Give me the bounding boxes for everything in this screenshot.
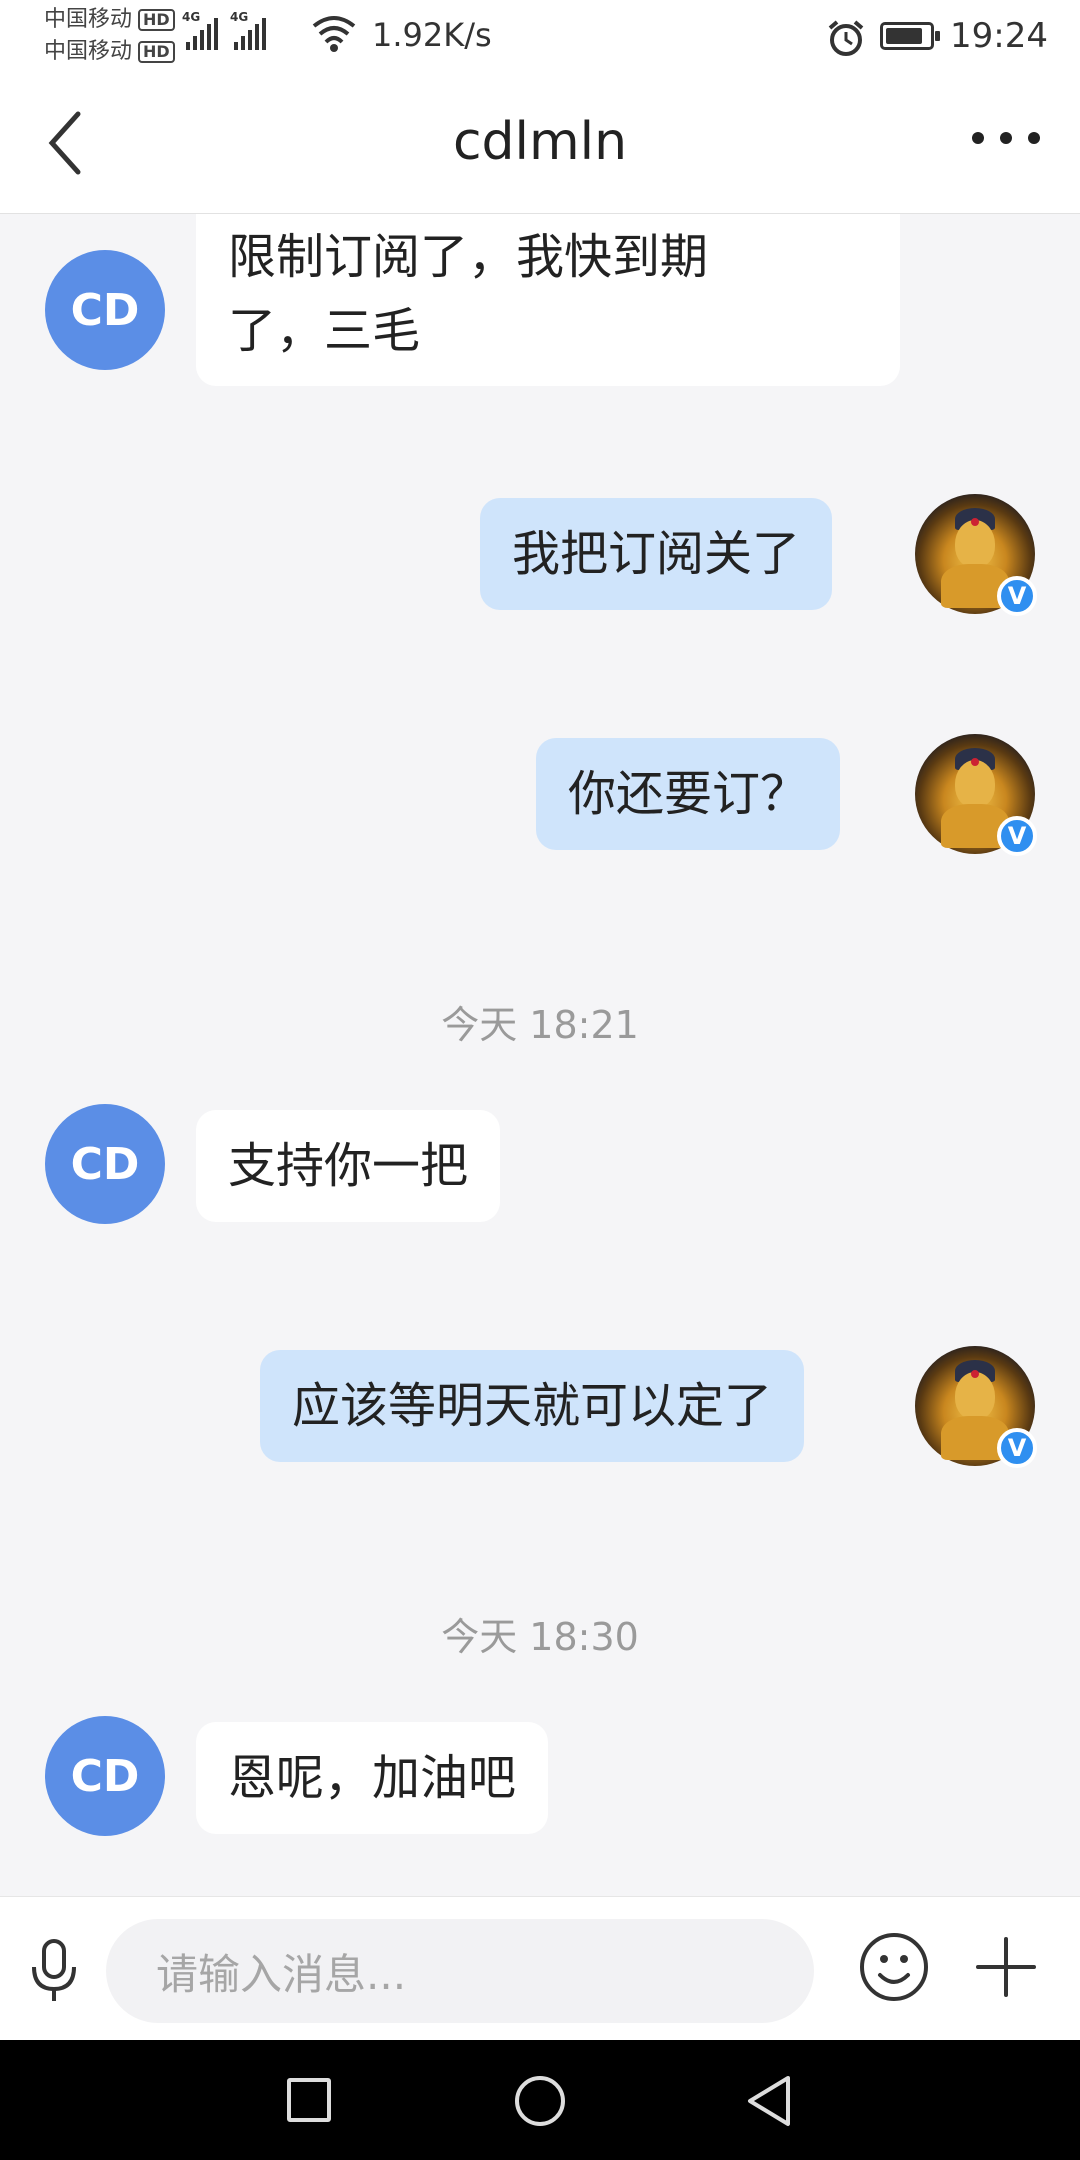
- hd-badge-2: HD: [138, 41, 175, 63]
- system-nav-bar: [0, 2040, 1080, 2160]
- plus-icon[interactable]: [976, 1937, 1036, 1997]
- hd-badge: HD: [138, 9, 175, 31]
- message-bubble-outgoing[interactable]: 应该等明天就可以定了: [260, 1350, 805, 1462]
- message-bubble-outgoing[interactable]: 我把订阅关了: [480, 498, 833, 610]
- chat-header: cdlmln: [0, 72, 1080, 214]
- contact-avatar[interactable]: CD: [45, 250, 165, 370]
- net-speed: 1.92K/s: [372, 16, 492, 54]
- timestamp: 今天 18:30: [441, 1615, 639, 1659]
- more-icon[interactable]: [972, 132, 1040, 144]
- message-text: 我把订阅关了: [512, 526, 801, 582]
- message-text: 支持你一把: [228, 1138, 469, 1194]
- status-bar: 中国移动 HD 中国移动 HD 4G 4G 1.92K/s 19:24: [0, 0, 1080, 72]
- carrier-2: 中国移动: [44, 39, 133, 64]
- contact-avatar[interactable]: CD: [45, 1716, 165, 1836]
- home-icon[interactable]: [515, 2076, 565, 2126]
- message-text: 限制订阅了，我快到期: [228, 229, 709, 285]
- mic-icon[interactable]: [28, 1937, 80, 2005]
- message-text: 恩呢，加油吧: [228, 1750, 517, 1806]
- message-bubble-incoming[interactable]: 支持你一把: [196, 1110, 501, 1222]
- user-avatar[interactable]: V: [915, 1346, 1037, 1468]
- verified-badge-icon: V: [997, 816, 1037, 856]
- network-type-2: 4G: [230, 10, 249, 24]
- chat-title: cdlmln: [452, 112, 628, 172]
- timestamp: 今天 18:21: [441, 1003, 639, 1047]
- message-input[interactable]: 请输入消息...: [106, 1919, 814, 2023]
- user-avatar[interactable]: V: [915, 734, 1037, 856]
- user-avatar[interactable]: V: [915, 494, 1037, 616]
- message-list[interactable]: CD 限制订阅了，我快到期 了，三毛 我把订阅关了 V 你还要订？ V 今天 1…: [0, 214, 1080, 1896]
- status-time: 19:24: [950, 16, 1048, 56]
- message-bubble-incoming[interactable]: 限制订阅了，我快到期 了，三毛: [196, 214, 900, 386]
- message-text: 应该等明天就可以定了: [292, 1378, 773, 1434]
- network-type: 4G: [182, 10, 201, 24]
- carrier-info: 中国移动 HD 中国移动 HD: [44, 4, 175, 68]
- message-text: 了，三毛: [228, 303, 421, 359]
- signal-icon: 4G: [182, 10, 218, 50]
- message-text: 你还要订？: [568, 766, 809, 822]
- battery-icon: [880, 22, 940, 50]
- verified-badge-icon: V: [997, 1428, 1037, 1468]
- message-input-placeholder: 请输入消息...: [156, 1949, 407, 1999]
- signal-icon-2: 4G: [230, 10, 266, 50]
- wifi-icon: [312, 16, 356, 52]
- verified-badge-icon: V: [997, 576, 1037, 616]
- alarm-icon: [828, 20, 864, 56]
- message-bubble-outgoing[interactable]: 你还要订？: [536, 738, 841, 850]
- signal-icons: 4G 4G: [182, 10, 266, 50]
- input-bar: 请输入消息...: [0, 1896, 1080, 2040]
- recents-icon[interactable]: [287, 2078, 331, 2122]
- contact-avatar[interactable]: CD: [45, 1104, 165, 1224]
- emoji-icon[interactable]: [858, 1931, 930, 2003]
- carrier-1: 中国移动: [44, 7, 133, 32]
- nav-back-icon[interactable]: [744, 2074, 794, 2128]
- message-bubble-incoming[interactable]: 恩呢，加油吧: [196, 1722, 549, 1834]
